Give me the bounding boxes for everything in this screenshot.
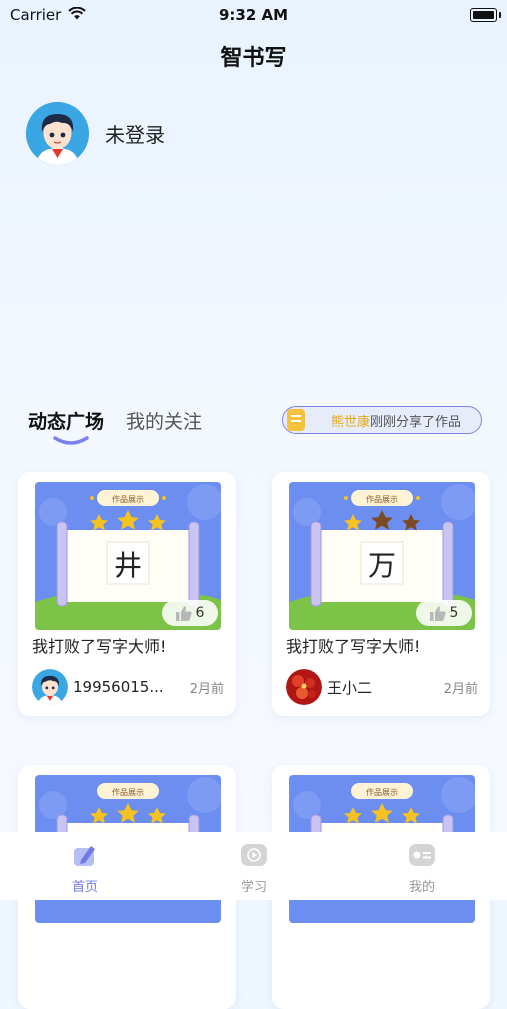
tabbar-home-label: 首页 xyxy=(71,880,98,895)
practice-character: 万 xyxy=(368,549,396,582)
author-avatar[interactable] xyxy=(286,669,322,705)
share-notification[interactable]: 熊世康刚刚分享了作品 xyxy=(282,406,482,434)
author-row[interactable]: 王小二 2月前 xyxy=(286,669,478,705)
tabbar-home[interactable]: 首页 xyxy=(35,842,135,895)
banner-text: 作品展示 xyxy=(366,494,398,504)
banner-text: 作品展示 xyxy=(112,787,144,797)
tab-following[interactable]: 我的关注 xyxy=(126,407,202,434)
work-card[interactable]: 作品展示 井 6 我打败了写字大师! 19956015... 2月前 xyxy=(18,472,236,716)
notification-user: 熊世康 xyxy=(331,414,371,430)
tab-square[interactable]: 动态广场 xyxy=(28,407,105,445)
pen-icon xyxy=(74,846,95,866)
document-icon xyxy=(287,409,305,431)
like-count: 6 xyxy=(195,605,205,621)
author-row[interactable]: 19956015... 2月前 xyxy=(32,669,224,705)
author-name: 19956015... xyxy=(73,678,164,696)
author-avatar[interactable] xyxy=(32,669,68,705)
play-icon xyxy=(241,844,267,866)
banner-text: 作品展示 xyxy=(366,787,398,797)
notification-text: 熊世康刚刚分享了作品 xyxy=(331,411,461,430)
profile-name[interactable]: 未登录 xyxy=(105,119,165,148)
clock: 9:32 AM xyxy=(218,6,289,24)
notification-message: 刚刚分享了作品 xyxy=(370,414,462,430)
tabbar-mine-label: 我的 xyxy=(408,880,435,895)
work-title: 我打败了写字大师! xyxy=(32,637,167,656)
post-time: 2月前 xyxy=(443,681,478,697)
id-card-icon xyxy=(409,844,435,866)
status-bar: Carrier 9:32 AM xyxy=(0,0,507,30)
thumbs-up-icon xyxy=(429,605,446,621)
page-title: 智书写 xyxy=(220,46,287,71)
tab-indicator xyxy=(53,436,89,445)
bottom-tab-bar: 首页 学习 我的 xyxy=(0,832,507,900)
thumbs-up-icon xyxy=(175,605,192,621)
post-time: 2月前 xyxy=(189,681,224,697)
work-title: 我打败了写字大师! xyxy=(286,637,421,656)
boy-avatar-icon xyxy=(26,102,89,165)
tab-following-label: 我的关注 xyxy=(126,411,203,433)
feed-tabs: 动态广场 我的关注 xyxy=(28,407,224,445)
tabbar-learn[interactable]: 学习 xyxy=(204,842,304,895)
like-button[interactable]: 6 xyxy=(162,600,218,626)
like-button[interactable]: 5 xyxy=(416,600,472,626)
work-card[interactable]: 作品展示 万 5 我打败了写字大师! 王小二 2月前 xyxy=(272,472,490,716)
tab-square-label: 动态广场 xyxy=(28,411,105,433)
boy-avatar-icon xyxy=(32,669,68,705)
banner-text: 作品展示 xyxy=(112,494,144,504)
profile-section[interactable]: 未登录 xyxy=(26,102,165,165)
author-name: 王小二 xyxy=(327,678,373,697)
like-count: 5 xyxy=(449,605,459,621)
practice-character: 井 xyxy=(114,549,142,582)
tabbar-learn-label: 学习 xyxy=(240,880,267,895)
battery-icon xyxy=(470,8,501,22)
red-flower-avatar-icon xyxy=(286,669,322,705)
tabbar-mine[interactable]: 我的 xyxy=(372,842,472,895)
avatar[interactable] xyxy=(26,102,89,165)
